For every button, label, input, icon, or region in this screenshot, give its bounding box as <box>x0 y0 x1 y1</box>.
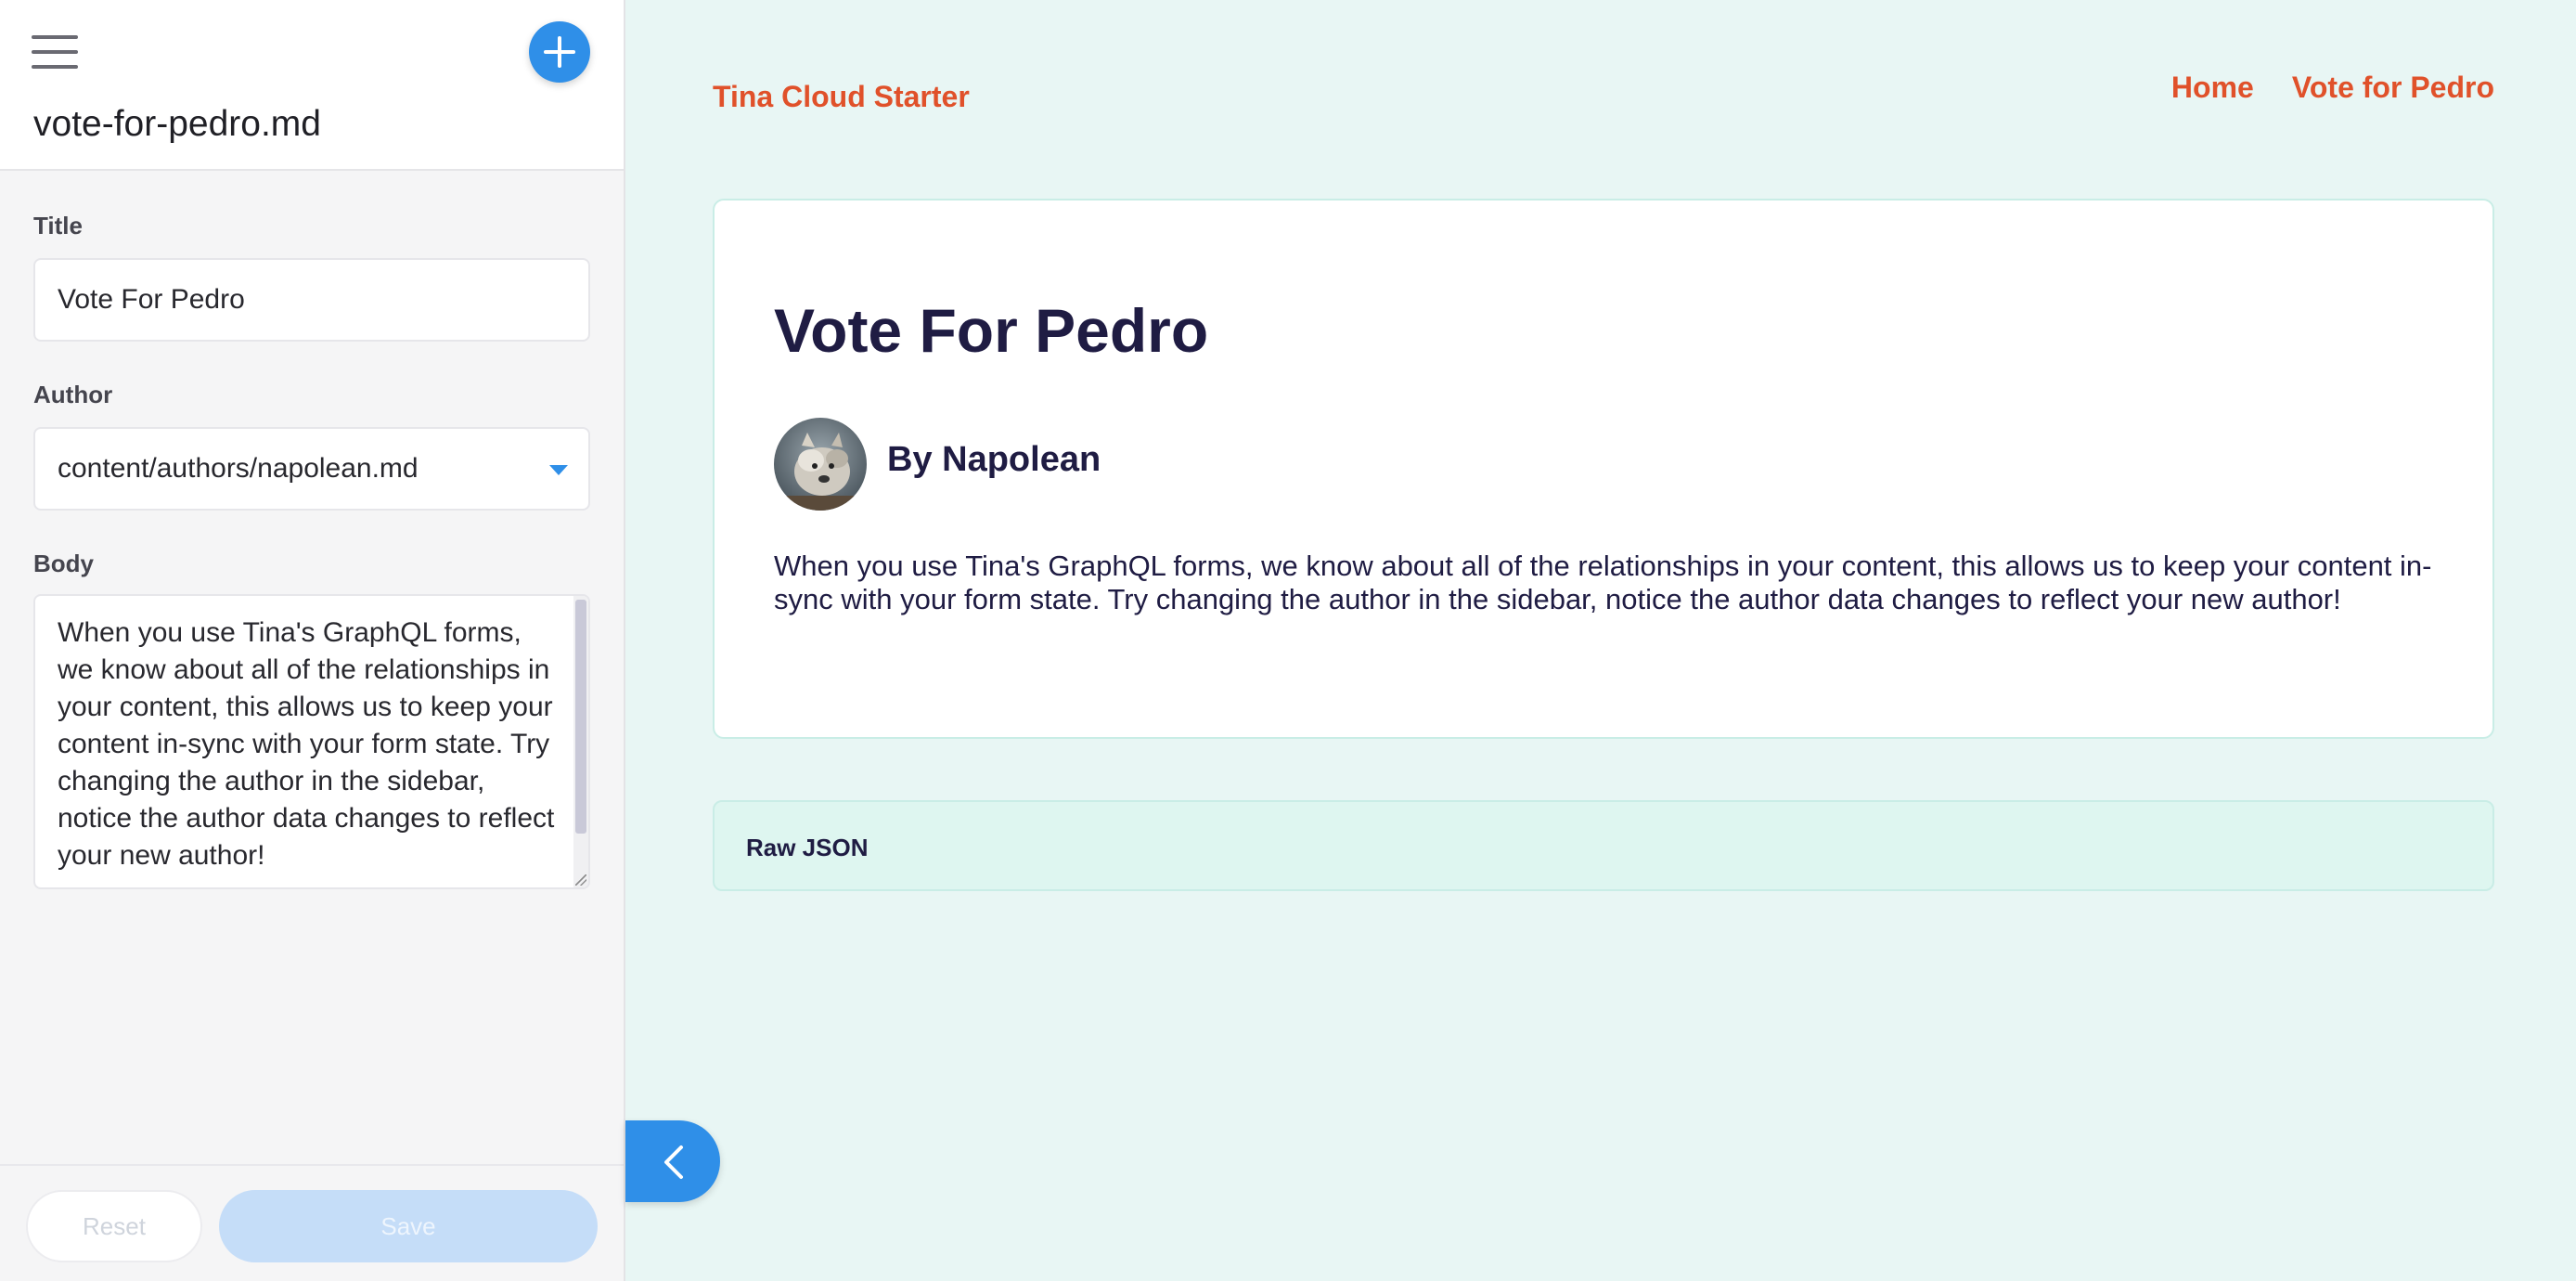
body-textarea[interactable]: When you use Tina's GraphQL forms, we kn… <box>33 594 590 889</box>
author-select[interactable]: content/authors/napolean.md <box>33 427 590 511</box>
post-body: When you use Tina's GraphQL forms, we kn… <box>774 550 2432 615</box>
author-avatar <box>774 418 867 511</box>
author-select-value: content/authors/napolean.md <box>58 453 419 484</box>
add-document-button[interactable] <box>529 21 590 83</box>
nav-link-home[interactable]: Home <box>2171 71 2254 104</box>
menu-icon[interactable] <box>32 35 78 69</box>
body-field-label: Body <box>33 550 94 577</box>
post-byline: By Napolean <box>887 440 1101 479</box>
site-nav: Home Vote for Pedro <box>2138 71 2494 105</box>
title-field-label: Title <box>33 212 83 239</box>
site-title[interactable]: Tina Cloud Starter <box>713 80 970 114</box>
chevron-down-icon <box>549 465 568 475</box>
sidebar-footer: Reset Save <box>0 1164 624 1281</box>
document-name: vote-for-pedro.md <box>33 104 321 144</box>
sidebar-header: vote-for-pedro.md <box>0 0 624 171</box>
raw-json-label: Raw JSON <box>746 834 869 861</box>
author-field-label: Author <box>33 381 113 408</box>
textarea-scrollbar[interactable] <box>573 596 588 887</box>
body-textarea-text: When you use Tina's GraphQL forms, we kn… <box>58 617 555 871</box>
post-card: Vote For Pedro By Napolean When you use … <box>713 199 2494 739</box>
chevron-left-icon <box>664 1145 683 1179</box>
reset-button[interactable]: Reset <box>26 1190 202 1262</box>
save-button[interactable]: Save <box>219 1190 598 1262</box>
post-title: Vote For Pedro <box>774 296 1209 365</box>
raw-json-toggle[interactable]: Raw JSON <box>713 800 2494 891</box>
nav-link-vote-for-pedro[interactable]: Vote for Pedro <box>2292 71 2494 104</box>
title-input[interactable]: Vote For Pedro <box>33 258 590 342</box>
collapse-sidebar-button[interactable] <box>625 1120 720 1202</box>
tina-sidebar: vote-for-pedro.md Title Vote For Pedro A… <box>0 0 625 1281</box>
resize-handle-icon[interactable] <box>575 874 586 886</box>
